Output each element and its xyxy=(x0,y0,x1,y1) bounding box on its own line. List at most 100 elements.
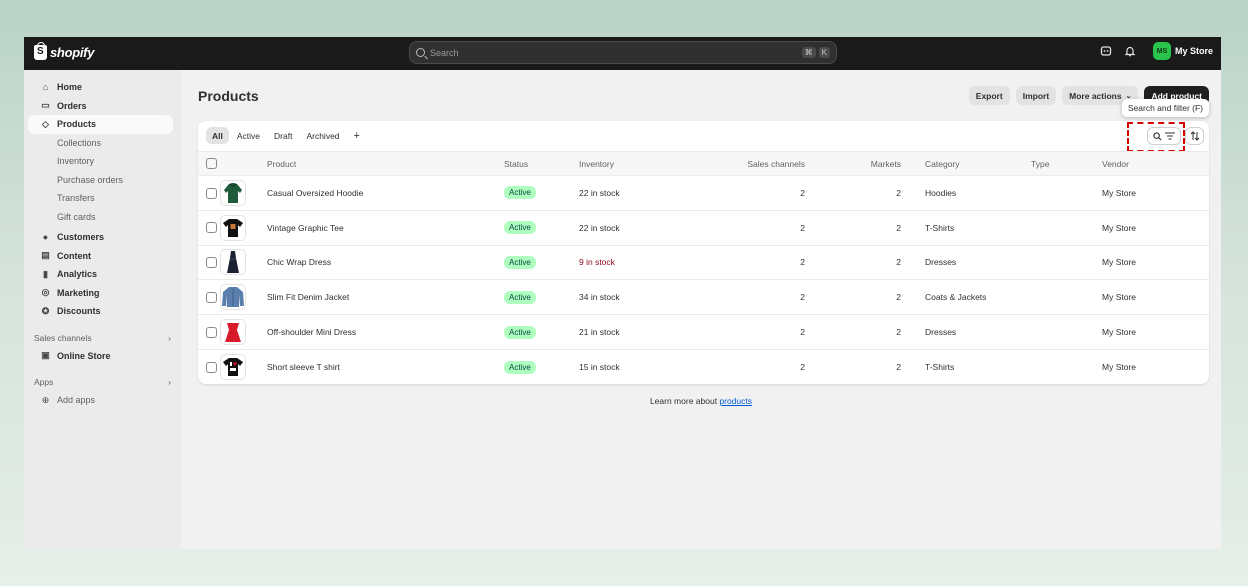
category-cell: Hoodies xyxy=(901,175,1031,211)
table-row[interactable]: Off-shoulder Mini Dress Active 21 in sto… xyxy=(198,314,1209,350)
category-cell: Dresses xyxy=(901,245,1031,281)
table-row[interactable]: Chic Wrap Dress Active 9 in stock 2 2 Dr… xyxy=(198,245,1209,281)
store-name: My Store xyxy=(1174,46,1213,56)
column-header-status[interactable]: Status xyxy=(504,151,579,176)
shopify-logo[interactable]: shopify xyxy=(34,42,94,60)
select-all-checkbox[interactable] xyxy=(206,158,217,170)
column-header-inventory[interactable]: Inventory xyxy=(579,151,709,176)
sidebar-item-transfers[interactable]: Transfers xyxy=(28,189,181,208)
inventory-cell: 34 in stock xyxy=(579,279,709,316)
page-title: Products xyxy=(198,88,259,104)
product-thumbnail-dress[interactable] xyxy=(220,249,246,276)
table-row[interactable]: Casual Oversized Hoodie Active 22 in sto… xyxy=(198,175,1209,211)
add-view-plus-icon[interactable]: + xyxy=(348,127,366,144)
search-icon xyxy=(416,48,425,57)
sidekick-icon[interactable] xyxy=(1099,44,1113,58)
sidebar-item-collections[interactable]: Collections xyxy=(28,134,181,153)
learn-more-text: Learn more about products xyxy=(181,396,1221,406)
vendor-cell: My Store xyxy=(1102,362,1137,373)
sidebar-item-customers[interactable]: ● Customers xyxy=(28,228,173,247)
avatar: MS xyxy=(1152,42,1171,60)
bell-icon[interactable] xyxy=(1123,44,1137,58)
type-cell xyxy=(1031,314,1102,350)
analytics-icon: ▮ xyxy=(43,268,48,279)
column-header-category[interactable]: Category xyxy=(901,151,1031,176)
sidebar-item-label: Home xyxy=(57,82,83,93)
target-icon: ◎ xyxy=(41,287,50,298)
column-header-product[interactable]: Product xyxy=(267,151,504,176)
row-checkbox[interactable] xyxy=(206,291,217,303)
more-actions-label: More actions xyxy=(1069,90,1122,101)
inventory-cell: 22 in stock xyxy=(579,210,709,246)
product-name[interactable]: Slim Fit Denim Jacket xyxy=(267,279,504,316)
vendor-cell: My Store xyxy=(1102,175,1209,211)
chevron-right-icon: › xyxy=(168,332,171,343)
product-name[interactable]: Off-shoulder Mini Dress xyxy=(267,314,504,350)
row-checkbox[interactable] xyxy=(206,326,217,338)
product-thumbnail-mini-dress[interactable] xyxy=(220,319,246,346)
product-thumbnail-jacket[interactable] xyxy=(220,284,246,311)
vendor-cell: My Store xyxy=(1102,210,1209,246)
status-badge: Active xyxy=(504,186,536,200)
search-input[interactable]: Search ⌘ K xyxy=(409,41,837,64)
sidebar-item-inventory[interactable]: Inventory xyxy=(28,152,181,171)
sidebar-item-discounts[interactable]: ✪ Discounts xyxy=(28,302,173,321)
row-checkbox[interactable] xyxy=(206,222,217,234)
column-header-markets[interactable]: Markets xyxy=(805,151,901,176)
sidebar-item-online-store[interactable]: ▣ Online Store xyxy=(28,347,173,366)
sidebar-item-content[interactable]: ▤ Content xyxy=(28,247,173,266)
products-card: All Active Draft Archived + Product Stat… xyxy=(198,121,1209,384)
store-icon: ▣ xyxy=(41,350,50,361)
products-help-link[interactable]: products xyxy=(719,396,752,406)
home-icon: ⌂ xyxy=(42,82,49,93)
export-button[interactable]: Export xyxy=(968,86,1010,105)
sidebar-item-label: Discounts xyxy=(57,306,101,317)
inbox-icon: ▭ xyxy=(41,100,50,111)
sidebar-item-label: Analytics xyxy=(57,269,98,280)
status-badge: Active xyxy=(504,360,536,374)
store-menu[interactable]: MS My Store xyxy=(1152,42,1213,60)
product-thumbnail-tee[interactable] xyxy=(220,214,246,241)
product-thumbnail-i-love-me-tee[interactable] xyxy=(220,354,246,381)
sidebar-item-purchase-orders[interactable]: Purchase orders xyxy=(28,171,181,190)
sidebar-item-home[interactable]: ⌂ Home xyxy=(28,78,173,97)
sidebar-item-analytics[interactable]: ▮ Analytics xyxy=(28,265,173,284)
sort-arrows-icon xyxy=(1190,131,1199,141)
top-bar: shopify Search ⌘ K MS My Store xyxy=(24,37,1221,70)
sidebar-item-products[interactable]: ◇ Products xyxy=(28,115,173,134)
sidebar-item-add-apps[interactable]: ⊕ Add apps xyxy=(28,391,173,410)
column-header-sales-channels[interactable]: Sales channels xyxy=(709,151,805,176)
product-thumbnail-hoodie[interactable] xyxy=(220,179,246,206)
column-header-vendor[interactable]: Vendor xyxy=(1102,151,1209,176)
row-checkbox[interactable] xyxy=(206,187,217,199)
tab-draft[interactable]: Draft xyxy=(268,127,298,144)
tab-all[interactable]: All xyxy=(206,127,229,144)
product-name[interactable]: Short sleeve T shirt xyxy=(267,349,504,384)
sidebar-item-label: Content xyxy=(57,250,91,261)
sidebar-item-label: Add apps xyxy=(57,395,96,406)
inventory-cell-low: 9 in stock xyxy=(579,245,709,281)
sidebar-item-orders[interactable]: ▭ Orders xyxy=(28,97,173,116)
column-header-type[interactable]: Type xyxy=(1031,151,1102,176)
table-row[interactable]: Short sleeve T shirt Active 15 in stock … xyxy=(198,349,1209,384)
tab-archived[interactable]: Archived xyxy=(300,127,345,144)
table-row[interactable]: Vintage Graphic Tee Active 22 in stock 2… xyxy=(198,210,1209,246)
tab-active[interactable]: Active xyxy=(231,127,266,144)
import-button[interactable]: Import xyxy=(1015,86,1057,105)
product-name[interactable]: Casual Oversized Hoodie xyxy=(267,175,504,211)
apps-section[interactable]: Apps › xyxy=(24,373,181,391)
row-checkbox[interactable] xyxy=(206,361,217,373)
sort-button[interactable] xyxy=(1185,127,1204,145)
sidebar-item-gift-cards[interactable]: Gift cards xyxy=(28,208,181,227)
inventory-cell: 15 in stock xyxy=(579,362,620,373)
product-name[interactable]: Vintage Graphic Tee xyxy=(267,210,504,246)
product-name[interactable]: Chic Wrap Dress xyxy=(267,245,504,281)
row-checkbox[interactable] xyxy=(206,257,217,269)
sidebar: ⌂ Home ▭ Orders ◇ Products Collections Inve… xyxy=(24,70,181,549)
table-row[interactable]: Slim Fit Denim Jacket Active 34 in stock… xyxy=(198,279,1209,316)
sidebar-item-marketing[interactable]: ◎ Marketing xyxy=(28,284,173,303)
vendor-cell: My Store xyxy=(1102,245,1209,281)
section-label: Apps xyxy=(34,377,54,387)
sales-channels-section[interactable]: Sales channels › xyxy=(24,329,181,347)
sales-channels-cell: 2 xyxy=(709,245,805,281)
